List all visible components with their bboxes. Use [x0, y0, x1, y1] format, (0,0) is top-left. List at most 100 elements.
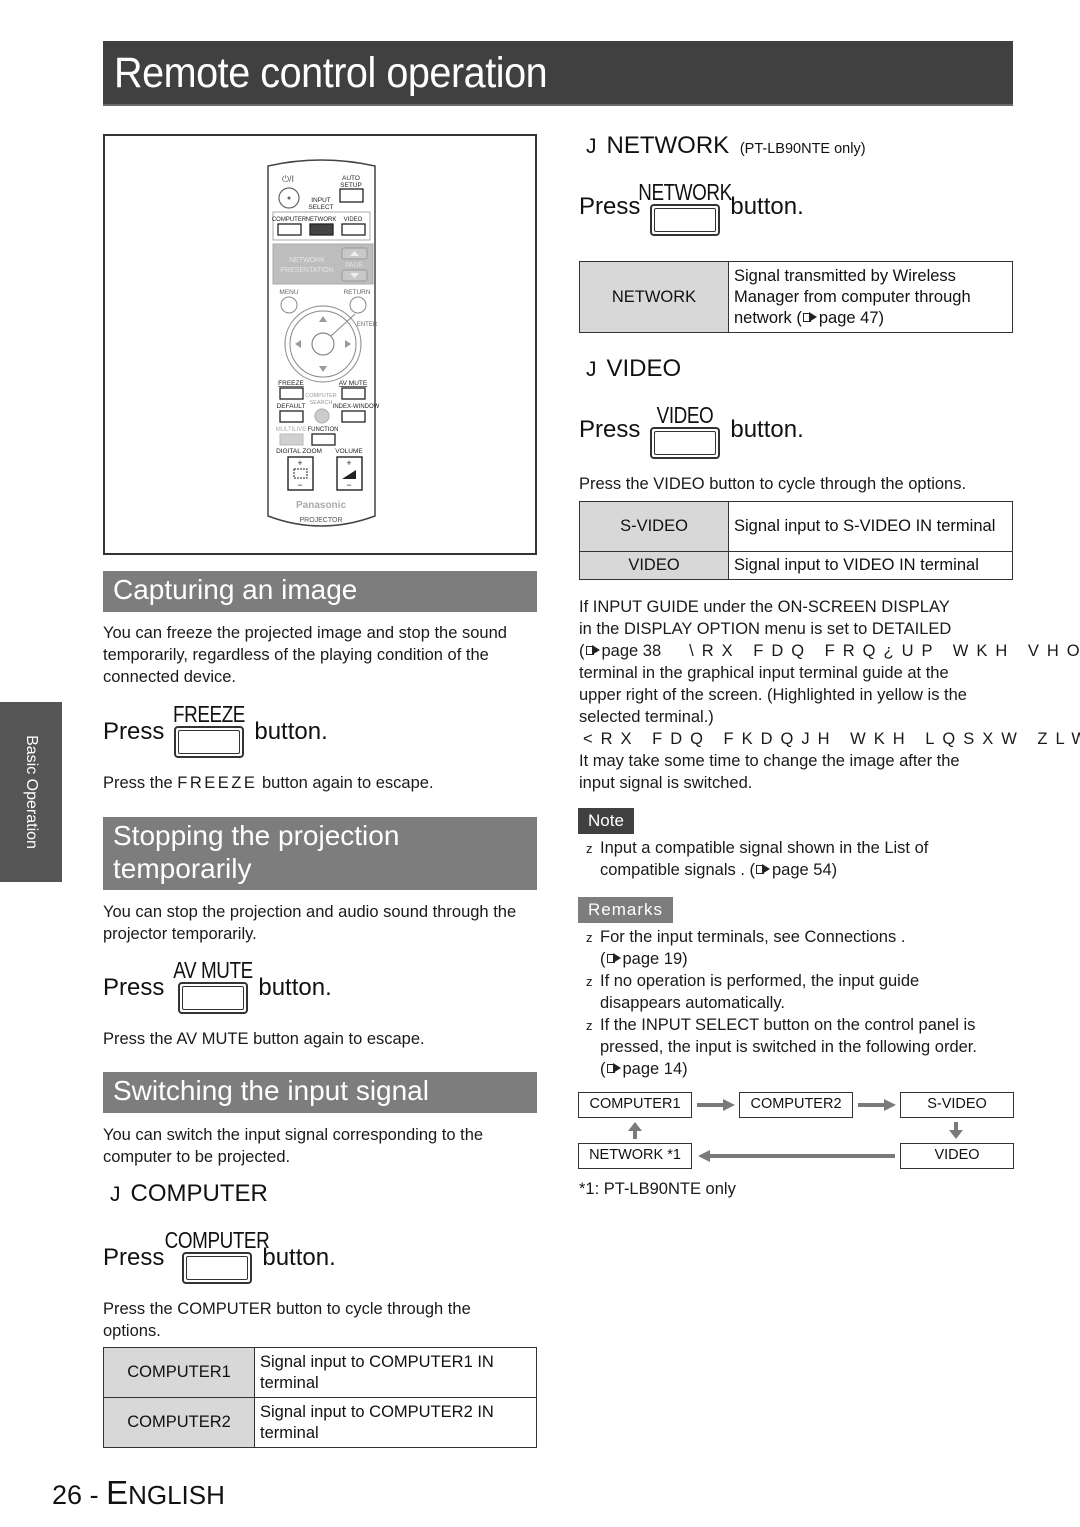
ref-pre: ( — [579, 642, 585, 660]
return-button[interactable] — [349, 296, 367, 314]
computer-options-table: COMPUTER1 Signal input to COMPUTER1 IN t… — [103, 1347, 537, 1448]
remarks-label: Remarks — [578, 897, 674, 923]
table-value-line: Manager from computer through — [734, 287, 971, 306]
index-window-button[interactable] — [341, 410, 366, 423]
function-button[interactable] — [311, 433, 336, 446]
av-mute-button[interactable] — [341, 387, 366, 400]
footer-separator: - — [89, 1480, 99, 1510]
arrow-right-icon-head — [884, 1099, 896, 1111]
enter-button[interactable] — [311, 332, 335, 356]
section-heading-stopping: Stopping the projection temporarily — [103, 817, 537, 890]
computer-cycle-text: Press the COMPUTER button to cycle throu… — [103, 1300, 471, 1340]
arrow-down-icon-head — [949, 1130, 963, 1139]
network-key-icon — [650, 204, 721, 236]
table-value: Signal input to VIDEO IN terminal — [728, 551, 1013, 580]
freeze-button[interactable] — [279, 387, 304, 400]
input-order-flow-diagram: COMPUTER1 COMPUTER2 S-VIDEO VIDEO NETWOR… — [578, 1092, 1014, 1172]
bullet-icon: z — [586, 974, 593, 989]
computer-button[interactable] — [277, 223, 302, 236]
av-mute-key-icon — [178, 982, 249, 1014]
bullet-icon: z — [586, 1018, 593, 1033]
default-button[interactable] — [279, 410, 304, 423]
section-heading-capturing-text: Capturing an image — [113, 574, 358, 605]
ref-pre: network ( — [734, 308, 802, 327]
table-row: VIDEO Signal input to VIDEO IN terminal — [579, 551, 1013, 580]
auto-setup-label-2: SETUP — [340, 182, 362, 189]
network-presentation-label: NETWORK — [289, 257, 325, 264]
ref-page-link[interactable]: page 14) — [623, 1060, 688, 1078]
network-model-note: (PT-LB90NTE only) — [739, 141, 866, 157]
video-subheading-text: VIDEO — [606, 355, 682, 382]
freeze-key-illustration: FREEZE — [173, 701, 246, 758]
press-computer-instruction: Press COMPUTER button. — [103, 1226, 336, 1284]
footer-language-initial: E — [106, 1474, 129, 1511]
computer-search-label: COMPUTER — [305, 393, 337, 399]
video-button[interactable] — [341, 223, 366, 236]
page-label: PAGE — [345, 262, 363, 269]
press-network-instruction: Press NETWORK button. — [579, 178, 804, 236]
multilive-button[interactable] — [279, 433, 304, 446]
capturing-intro: You can freeze the projected image and s… — [103, 624, 507, 686]
press-text: Press — [103, 718, 165, 745]
paragraph-line: input signal is switched. — [579, 774, 753, 792]
bullet-marker: J — [586, 358, 597, 381]
flow-arrows — [628, 1099, 963, 1162]
digital-zoom-label: DIGITAL ZOOM — [276, 448, 322, 455]
computer-subheading: J COMPUTER — [110, 1180, 268, 1208]
computer-key-icon — [182, 1252, 253, 1284]
press-freeze-instruction: Press FREEZE button. — [103, 700, 328, 758]
table-value: Signal input to COMPUTER2 IN terminal — [254, 1397, 537, 1448]
ref-page-link[interactable]: page 47) — [819, 309, 884, 327]
network-key-label: NETWORK — [638, 179, 733, 205]
garbled-text: \RX FDQ FRQ¿UP WKH VHOHF — [689, 642, 1080, 660]
page-reference-icon — [802, 311, 818, 324]
table-key: COMPUTER1 — [103, 1347, 255, 1398]
arrow-left-icon-head — [698, 1150, 710, 1162]
page-reference-icon — [585, 644, 601, 657]
paragraph-line: terminal in the graphical input terminal… — [579, 664, 949, 682]
page-title-bar: Remote control operation — [103, 41, 1013, 106]
power-dot-icon — [287, 196, 291, 200]
video-key-icon — [650, 427, 721, 459]
computer-key-label: COMPUTER — [165, 1227, 270, 1253]
section-heading-switching: Switching the input signal — [103, 1072, 537, 1113]
chapter-side-tab-label: Basic Operation — [23, 735, 40, 849]
note-item: z Input a compatible signal shown in the… — [579, 837, 1040, 881]
freeze-escape-note: Press the FREEZE button again to escape. — [103, 772, 434, 794]
remarks-line: disappears automatically. — [600, 994, 785, 1012]
arrow-right-icon-head — [723, 1099, 735, 1111]
auto-setup-button[interactable] — [339, 188, 364, 203]
network-presentation-label-2: PRESENTATION — [280, 267, 333, 274]
computer-key-illustration: COMPUTER — [165, 1227, 270, 1284]
remarks-item: z If the INPUT SELECT button on the cont… — [579, 1014, 1024, 1080]
footer-language: NGLISH — [128, 1480, 225, 1510]
ref-page-link[interactable]: page 38 — [602, 642, 662, 660]
bullet-marker: J — [586, 135, 597, 158]
menu-label: MENU — [279, 289, 298, 296]
av-mute-key-illustration: AV MUTE — [174, 957, 254, 1014]
ref-page-link[interactable]: page 54) — [772, 861, 837, 879]
paragraph-line: If INPUT GUIDE under the ON-SCREEN DISPL… — [579, 598, 950, 616]
page-reference-icon — [756, 863, 771, 876]
note-line: compatible signals . (page 54) — [600, 859, 1040, 881]
ref-page-link[interactable]: page 19) — [623, 950, 688, 968]
remarks-line: (page 19) — [600, 948, 1024, 970]
brand-logo: Panasonic — [296, 500, 346, 511]
button-text: button. — [730, 193, 804, 220]
freeze-escape-key: FREEZE — [177, 774, 258, 792]
network-button-highlighted[interactable] — [309, 223, 334, 236]
menu-button[interactable] — [280, 296, 298, 314]
press-video-instruction: Press VIDEO button. — [579, 401, 804, 459]
auto-setup-label: AUTO — [342, 175, 360, 182]
input-select-label: INPUT — [311, 197, 331, 204]
bullet-icon: z — [586, 841, 593, 856]
remarks-line: For the input terminals, see Connections… — [600, 928, 906, 946]
computer-search-label-2: SEARCH — [310, 400, 333, 406]
arrow-right-icon — [858, 1103, 886, 1107]
computer-subheading-text: COMPUTER — [130, 1180, 268, 1207]
multilive-label: MULTILIVE — [276, 427, 307, 433]
computer-search-button[interactable] — [314, 408, 330, 424]
freeze-escape-pre: Press the — [103, 774, 178, 792]
bullet-icon: z — [586, 930, 593, 945]
volume-minus-icon: − — [346, 480, 351, 490]
